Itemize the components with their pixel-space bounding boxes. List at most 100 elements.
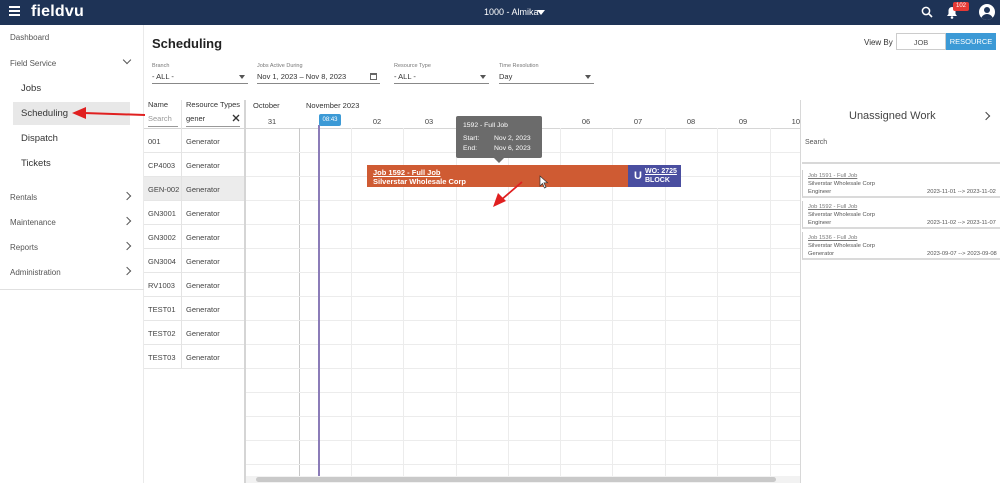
sidebar-item-label: Field Service — [10, 59, 57, 68]
card-title[interactable]: Job 1536 - Full Job — [808, 235, 857, 241]
job-tooltip: 1592 - Full Job Start: Nov 2, 2023 End: … — [456, 116, 542, 163]
table-row[interactable]: GEN-002 Generator — [144, 177, 245, 201]
sidebar-item-field-service[interactable]: Field Service — [0, 55, 144, 73]
branch-value: - ALL - — [152, 72, 174, 81]
month-boundary-line — [299, 128, 300, 483]
company-selector[interactable]: 1000 - Almika — [484, 7, 539, 17]
sidebar-divider — [0, 289, 144, 290]
sidebar-item-jobs[interactable]: Jobs — [13, 77, 130, 100]
resource-name: TEST03 — [148, 353, 176, 362]
notification-count-badge: 102 — [953, 2, 970, 11]
timeline-day: 03 — [424, 117, 434, 126]
resource-name: CP4003 — [148, 161, 176, 170]
user-avatar-icon[interactable] — [979, 4, 995, 20]
sidebar-item-administration[interactable]: Administration — [0, 266, 144, 282]
card-title[interactable]: Job 1592 - Full Job — [808, 204, 857, 210]
sidebar-item-maintenance[interactable]: Maintenance — [0, 216, 144, 232]
chevron-right-icon — [122, 216, 132, 226]
timeline-day: 31 — [267, 117, 277, 126]
resource-type-search-input[interactable]: gener — [186, 114, 205, 123]
hamburger-menu-icon[interactable] — [9, 6, 20, 18]
unassigned-job-card[interactable]: Job 1536 - Full Job Silverstar Wholesale… — [802, 232, 1000, 260]
chevron-right-icon — [122, 241, 132, 251]
view-by-job-button[interactable]: JOB — [896, 33, 946, 50]
resource-type: Generator — [186, 209, 220, 218]
caret-down-icon — [239, 75, 245, 79]
table-row[interactable]: TEST01 Generator — [144, 297, 245, 321]
sidebar-item-rentals[interactable]: Rentals — [0, 191, 144, 207]
chevron-down-icon — [122, 55, 132, 65]
job-bar-title[interactable]: Job 1592 - Full Job — [373, 168, 441, 177]
column-divider — [181, 100, 182, 368]
resource-name: TEST01 — [148, 305, 176, 314]
work-order-bar[interactable]: U WO: 2725 BLOCK — [628, 165, 681, 187]
resource-type-value: - ALL - — [394, 72, 416, 81]
unassigned-job-card[interactable]: Job 1592 - Full Job Silverstar Wholesale… — [802, 201, 1000, 229]
resource-name: 001 — [148, 137, 161, 146]
timeline-day: 02 — [372, 117, 382, 126]
sidebar-item-tickets[interactable]: Tickets — [13, 152, 130, 175]
table-row[interactable]: TEST03 Generator — [144, 345, 245, 369]
branch-label: Branch — [152, 63, 170, 69]
sidebar-item-scheduling[interactable]: Scheduling — [13, 102, 130, 125]
card-customer: Silverstar Wholesale Corp — [808, 212, 876, 218]
chevron-right-icon — [122, 266, 132, 276]
table-row[interactable]: GN3001 Generator — [144, 201, 245, 225]
table-row[interactable]: GN3002 Generator — [144, 225, 245, 249]
resource-name: RV1003 — [148, 281, 175, 290]
resource-type: Generator — [186, 185, 220, 194]
sidebar-item-dispatch[interactable]: Dispatch — [13, 127, 130, 150]
timeline-horizontal-scrollbar[interactable] — [246, 476, 800, 483]
current-time-marker: 08:43 — [319, 114, 341, 126]
timeline-day: 08 — [686, 117, 696, 126]
jobs-active-label: Jobs Active During — [257, 63, 303, 69]
time-resolution-select[interactable]: Time Resolution Day — [499, 63, 594, 84]
tooltip-end-value: Nov 6, 2023 — [494, 145, 531, 152]
job-1592-bar[interactable]: Job 1592 - Full Job Silverstar Wholesale… — [367, 165, 628, 187]
sidebar-item-reports[interactable]: Reports — [0, 241, 144, 257]
work-order-subtitle: BLOCK — [645, 177, 670, 184]
search-icon[interactable] — [921, 6, 933, 18]
jobs-active-date-range[interactable]: Jobs Active During Nov 1, 2023 – Nov 8, … — [257, 63, 380, 84]
resource-type: Generator — [186, 233, 220, 242]
view-by-resource-button[interactable]: RESOURCE — [946, 33, 996, 50]
resource-type: Generator — [186, 137, 220, 146]
sidebar-item-label: Dashboard — [10, 33, 50, 42]
branch-select[interactable]: Branch - ALL - — [152, 63, 248, 84]
card-role: Engineer — [808, 220, 832, 226]
timeline-day: 10 — [791, 117, 800, 126]
sidebar-item-label: Jobs — [21, 83, 42, 94]
resource-type: Generator — [186, 281, 220, 290]
resource-name: GN3001 — [148, 209, 176, 218]
calendar-icon[interactable] — [370, 73, 377, 80]
unassigned-search-input[interactable]: Search — [805, 139, 827, 146]
resource-type: Generator — [186, 161, 220, 170]
resource-type: Generator — [186, 329, 220, 338]
resource-type-select[interactable]: Resource Type - ALL - — [394, 63, 489, 84]
jobs-active-value: Nov 1, 2023 – Nov 8, 2023 — [257, 72, 347, 81]
card-title[interactable]: Job 1591 - Full Job — [808, 173, 857, 179]
tooltip-title: 1592 - Full Job — [463, 122, 508, 129]
panel-divider[interactable] — [244, 100, 246, 483]
top-bar: fieldvu 1000 - Almika 102 — [0, 0, 1000, 25]
app-logo[interactable]: fieldvu — [31, 3, 84, 21]
table-row[interactable]: CP4003 Generator — [144, 153, 245, 177]
timeline-month-october: October — [253, 101, 280, 110]
clear-search-icon[interactable] — [232, 114, 240, 122]
time-resolution-value: Day — [499, 72, 513, 81]
table-row[interactable]: TEST02 Generator — [144, 321, 245, 345]
sidebar: Dashboard Field Service Jobs Scheduling … — [0, 25, 144, 483]
table-row[interactable]: GN3004 Generator — [144, 249, 245, 273]
unassigned-job-card[interactable]: Job 1591 - Full Job Silverstar Wholesale… — [802, 170, 1000, 198]
table-row[interactable]: RV1003 Generator — [144, 273, 245, 297]
work-order-title[interactable]: WO: 2725 — [645, 168, 677, 175]
scrollbar-thumb[interactable] — [256, 477, 776, 482]
caret-down-icon — [480, 75, 486, 79]
tooltip-start-value: Nov 2, 2023 — [494, 135, 531, 142]
sidebar-item-dashboard[interactable]: Dashboard — [0, 33, 144, 47]
caret-down-icon[interactable] — [537, 10, 545, 15]
name-search-input[interactable]: Search — [148, 114, 172, 123]
card-dates: 2023-11-01 --> 2023-11-02 — [927, 189, 996, 195]
table-row[interactable]: 001 Generator — [144, 129, 245, 153]
timeline-month-november: November 2023 — [306, 101, 360, 110]
